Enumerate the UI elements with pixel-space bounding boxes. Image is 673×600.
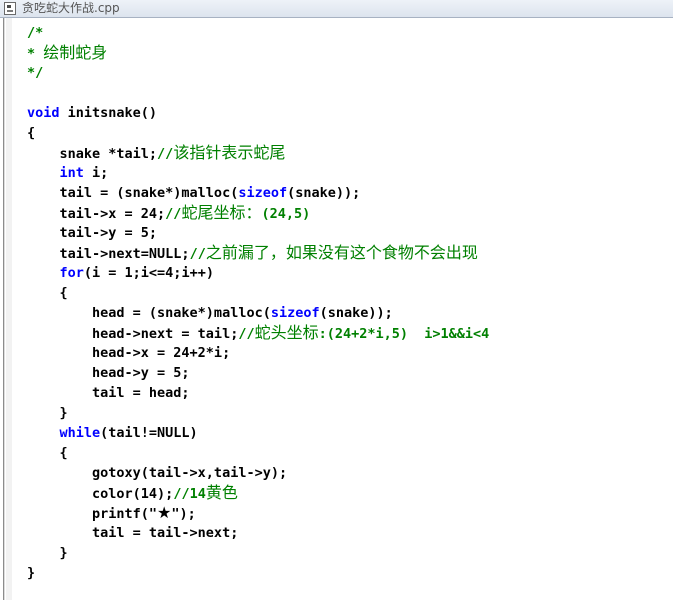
code-comment: // xyxy=(165,206,182,222)
editor-window: 贪吃蛇大作战.cpp /* * 绘制蛇身 */ void initsnake() { … xyxy=(0,0,673,600)
code-line: head->next = tail;//蛇头坐标:(24+2*i,5) i>1&… xyxy=(27,323,489,343)
code-line: * 绘制蛇身 xyxy=(27,43,489,63)
code-keyword: void xyxy=(27,105,60,121)
code-line: } xyxy=(27,403,489,423)
code-comment: */ xyxy=(27,65,44,81)
code-line: printf("★"); xyxy=(27,503,489,523)
code-token: } xyxy=(27,545,68,561)
code-token: } xyxy=(27,565,36,581)
code-token: head = (snake*)malloc( xyxy=(27,305,271,321)
code-comment: * xyxy=(27,46,44,62)
code-keyword: while xyxy=(59,425,101,441)
code-comment: 蛇尾坐标： xyxy=(181,203,262,222)
code-line: tail = tail->next; xyxy=(27,523,489,543)
code-token: tail->y = 5; xyxy=(27,225,158,241)
code-comment: 蛇头坐标 xyxy=(254,323,319,342)
code-comment: 该指针表示蛇尾 xyxy=(173,143,286,162)
code-token: { xyxy=(27,445,68,461)
code-token: head->next = tail; xyxy=(27,326,239,342)
code-token: ★ xyxy=(157,503,172,522)
code-line: tail = head; xyxy=(27,383,489,403)
code-keyword: int xyxy=(59,165,84,181)
code-line: void initsnake() xyxy=(27,103,489,123)
code-token: (tail!=NULL) xyxy=(100,425,198,441)
code-token: (i = 1;i<=4;i++) xyxy=(83,265,214,281)
code-comment: (24,5) xyxy=(261,206,311,222)
code-token: color(14); xyxy=(27,486,174,502)
code-keyword: sizeof xyxy=(238,185,288,201)
code-comment: /* xyxy=(27,25,44,41)
code-line: head->y = 5; xyxy=(27,363,489,383)
code-line: head->x = 24+2*i; xyxy=(27,343,489,363)
window-title: 贪吃蛇大作战.cpp xyxy=(22,1,120,15)
code-token: head->x = 24+2*i; xyxy=(27,345,231,361)
code-token: tail = head; xyxy=(27,385,190,401)
file-icon xyxy=(4,2,16,15)
code-token: initsnake() xyxy=(59,105,158,121)
code-line: */ xyxy=(27,63,489,83)
code-token: (snake)); xyxy=(287,185,361,201)
code-token: "); xyxy=(171,506,196,522)
code-line: } xyxy=(27,543,489,563)
code-line: /* xyxy=(27,23,489,43)
code-token: tail->x = 24; xyxy=(27,206,166,222)
editor-gutter xyxy=(6,18,12,600)
code-comment: :(24+2*i,5) i>1&&i<4 xyxy=(318,326,490,342)
code-line: color(14);//14黄色 xyxy=(27,483,489,503)
code-token: i; xyxy=(83,165,109,181)
code-line: { xyxy=(27,123,489,143)
title-bar: 贪吃蛇大作战.cpp xyxy=(0,0,673,18)
code-comment: //14 xyxy=(173,486,206,502)
code-keyword: for xyxy=(59,265,84,281)
code-keyword: sizeof xyxy=(270,305,320,321)
code-line: tail = (snake*)malloc(sizeof(snake)); xyxy=(27,183,489,203)
code-token: snake *tail; xyxy=(27,146,158,162)
code-comment: // xyxy=(157,146,174,162)
code-line: head = (snake*)malloc(sizeof(snake)); xyxy=(27,303,489,323)
code-editor[interactable]: /* * 绘制蛇身 */ void initsnake() { snake *tail… xyxy=(5,18,673,600)
code-token: } xyxy=(27,405,68,421)
code-line: } xyxy=(27,563,489,583)
code-token: printf(" xyxy=(27,506,158,522)
code-token: tail = (snake*)malloc( xyxy=(27,185,239,201)
code-token: { xyxy=(27,285,68,301)
code-line: { xyxy=(27,443,489,463)
code-token: head->y = 5; xyxy=(27,365,190,381)
code-line: snake *tail;//该指针表示蛇尾 xyxy=(27,143,489,163)
code-token: (snake)); xyxy=(319,305,393,321)
code-line: int i; xyxy=(27,163,489,183)
code-line: { xyxy=(27,283,489,303)
code-comment: // xyxy=(189,246,206,262)
code-comment: 黄色 xyxy=(205,483,238,502)
code-comment: // xyxy=(238,326,255,342)
code-area[interactable]: /* * 绘制蛇身 */ void initsnake() { snake *tail… xyxy=(27,23,489,583)
code-token: tail->next=NULL; xyxy=(27,246,190,262)
code-token: tail = tail->next; xyxy=(27,525,239,541)
code-token: gotoxy(tail->x,tail->y); xyxy=(27,465,288,481)
code-line: while(tail!=NULL) xyxy=(27,423,489,443)
code-token: { xyxy=(27,125,36,141)
code-line: tail->x = 24;//蛇尾坐标：(24,5) xyxy=(27,203,489,223)
code-line: gotoxy(tail->x,tail->y); xyxy=(27,463,489,483)
code-line: tail->y = 5; xyxy=(27,223,489,243)
code-comment: 绘制蛇身 xyxy=(43,43,108,62)
code-line: tail->next=NULL;//之前漏了，如果没有这个食物不会出现 xyxy=(27,243,489,263)
code-comment: 之前漏了，如果没有这个食物不会出现 xyxy=(205,243,478,262)
code-line: for(i = 1;i<=4;i++) xyxy=(27,263,489,283)
